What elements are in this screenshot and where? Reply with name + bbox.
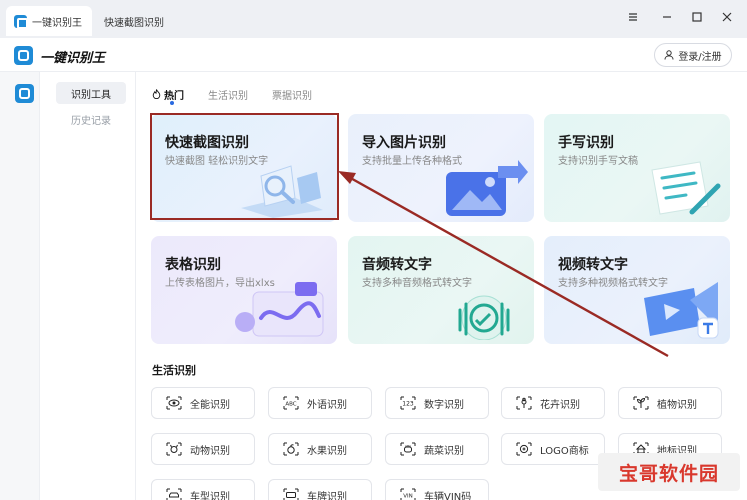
chip-vin[interactable]: VIN 车辆VIN码 [385,479,489,500]
chip-label: 车辆VIN码 [424,491,472,500]
tab-life[interactable]: 生活识别 [208,84,248,104]
video-illustration-icon [644,282,719,339]
chip-fruit[interactable]: 水果识别 [268,433,372,465]
chip-all-recognition[interactable]: 全能识别 [151,387,255,419]
login-button[interactable]: 登录/注册 [654,43,732,67]
chip-flower[interactable]: 花卉识别 [501,387,605,419]
chip-label: 蔬菜识别 [424,445,464,457]
fruit-icon [283,442,299,456]
sidebar-item-tools[interactable]: 识别工具 [56,82,126,104]
tab-receipt[interactable]: 票据识别 [272,84,312,104]
number-icon: 123 [400,396,416,410]
vegetable-icon [400,442,416,456]
chip-label: 花卉识别 [540,399,580,411]
chip-label: 水果识别 [307,445,347,457]
car-icon [166,488,182,500]
card-audio-to-text[interactable]: 音频转文字 支持多种音频格式转文字 [348,236,534,344]
abc-icon: ABC [283,396,299,410]
card-quick-screenshot[interactable]: 快速截图识别 快速截图 轻松识别文字 [151,114,337,222]
sidebar-item-history[interactable]: 历史记录 [56,108,126,130]
logo-icon [516,442,532,456]
chip-logo[interactable]: LOGO商标 [501,433,605,465]
card-video-to-text[interactable]: 视频转文字 支持多种视频格式转文字 [544,236,730,344]
login-label: 登录/注册 [678,51,722,63]
svg-text:123: 123 [402,401,414,408]
tab-label: 热门 [164,90,184,102]
svg-text:VIN: VIN [403,494,413,500]
app-name: 一键识别王 [40,51,106,66]
minimize-icon[interactable] [658,10,676,28]
app-header: 一键识别王 [0,38,747,72]
card-table[interactable]: 表格识别 上传表格图片，导出xlxs [151,236,337,344]
user-icon [664,50,674,60]
chip-label: 植物识别 [657,399,697,411]
close-icon[interactable] [718,10,736,28]
card-title: 手写识别 [558,135,614,151]
card-title: 表格识别 [165,257,221,273]
chip-label: 全能识别 [190,399,230,411]
eye-icon [166,396,182,410]
chip-label: 车型识别 [190,491,230,500]
chip-foreign-language[interactable]: ABC 外语识别 [268,387,372,419]
rail-home-icon[interactable] [15,84,34,103]
table-illustration-icon [235,282,324,337]
chip-vegetable[interactable]: 蔬菜识别 [385,433,489,465]
animal-icon [166,442,182,456]
app-logo-icon [14,46,33,65]
menu-icon[interactable] [624,10,642,28]
chip-label: 车牌识别 [307,491,347,500]
nav-rail [0,72,40,500]
chip-license-plate[interactable]: 车牌识别 [268,479,372,500]
tab-app-home[interactable]: 一键识别王 [6,6,92,36]
section-title-life: 生活识别 [152,364,196,377]
chip-label: LOGO商标 [540,445,589,457]
tab-label: 快速截图识别 [104,17,164,29]
flower-icon [516,396,532,410]
sidebar: 识别工具 历史记录 [40,72,136,500]
audio-illustration-icon [458,295,510,340]
card-import-image[interactable]: 导入图片识别 支持批量上传各种格式 [348,114,534,222]
chip-animal[interactable]: 动物识别 [151,433,255,465]
card-title: 快速截图识别 [165,135,249,151]
screenshot-illustration-icon [241,165,323,218]
card-title: 音频转文字 [362,257,432,273]
tab-quick-screenshot[interactable]: 快速截图识别 [100,6,164,36]
svg-text:ABC: ABC [285,402,296,408]
category-tabs: 热门 生活识别 票据识别 [152,84,336,105]
plate-icon [283,488,299,500]
fire-icon [152,89,161,99]
title-bar: 一键识别王 快速截图识别 [0,0,747,38]
app-logo-icon [14,14,28,29]
handwriting-illustration-icon [651,161,721,215]
card-handwriting[interactable]: 手写识别 支持识别手写文稿 [544,114,730,222]
watermark-logo: 宝哥软件园 [598,453,740,491]
card-title: 导入图片识别 [362,135,446,151]
tab-hot[interactable]: 热门 [152,84,184,105]
chip-label: 外语识别 [307,399,347,411]
card-subtitle: 支持识别手写文稿 [558,156,638,167]
plant-icon [633,396,649,410]
chip-car-model[interactable]: 车型识别 [151,479,255,500]
image-upload-illustration-icon [446,160,528,216]
vin-icon: VIN [400,488,416,500]
chip-label: 数字识别 [424,399,464,411]
chip-plant[interactable]: 植物识别 [618,387,722,419]
tab-label: 一键识别王 [32,17,82,29]
card-title: 视频转文字 [558,257,628,273]
maximize-icon[interactable] [688,10,706,28]
chip-label: 动物识别 [190,445,230,457]
chip-number[interactable]: 123 数字识别 [385,387,489,419]
